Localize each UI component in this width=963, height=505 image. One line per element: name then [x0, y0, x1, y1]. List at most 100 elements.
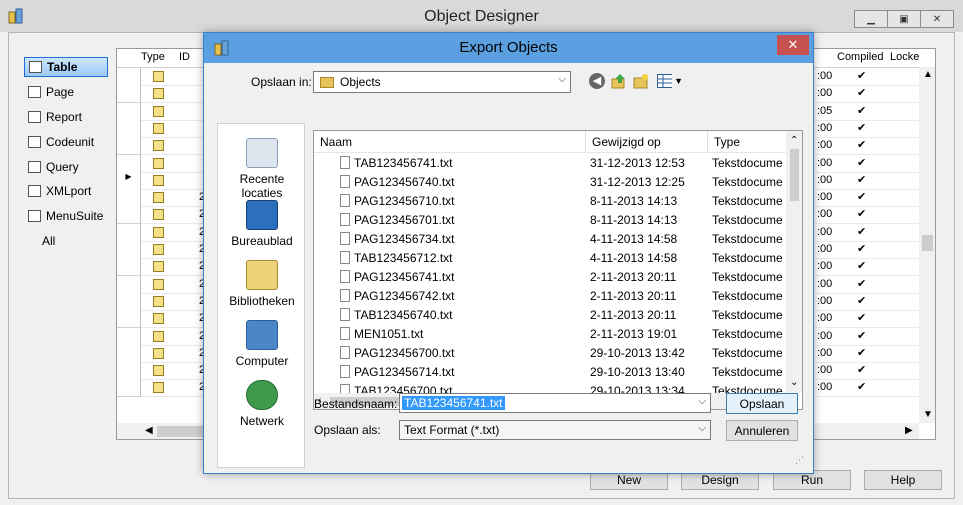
nav-query[interactable]: Query — [24, 157, 108, 177]
scroll-down-icon: ⌄ — [790, 377, 799, 388]
place-label: Computer — [235, 354, 289, 368]
row-selector[interactable] — [117, 275, 141, 294]
file-name: TAB123456712.txt — [354, 251, 453, 265]
row-selector[interactable] — [117, 85, 141, 104]
view-grid-icon — [657, 74, 673, 88]
grid-vertical-scrollbar[interactable]: ▲ ▼ — [919, 67, 935, 423]
nav-menusuite[interactable]: MenuSuite — [24, 206, 108, 226]
back-button[interactable]: ◀ — [589, 73, 605, 89]
nav-all[interactable]: All — [24, 231, 108, 251]
row-selector[interactable] — [117, 379, 141, 398]
main-titlebar: Object Designer ▁ ▣ ✕ — [0, 0, 963, 32]
table-type-icon — [153, 295, 164, 307]
compiled-check-icon: ✔ — [857, 329, 867, 342]
row-selector[interactable] — [117, 206, 141, 225]
column-id[interactable]: ID — [179, 51, 190, 63]
file-type: Tekstdocume — [712, 251, 783, 265]
file-row[interactable]: MEN1051.txt 2-11-2013 19:01 Tekstdocume — [314, 325, 786, 344]
table-type-icon — [153, 347, 164, 359]
cancel-button[interactable]: Annuleren — [726, 420, 798, 441]
file-modified: 2-11-2013 20:11 — [590, 270, 677, 284]
nav-table[interactable]: Table — [24, 57, 108, 77]
file-list-vertical-scrollbar[interactable]: ⌃ ⌄ — [786, 131, 802, 393]
up-folder-button[interactable] — [611, 73, 627, 89]
minimize-button[interactable]: ▁ — [854, 10, 888, 28]
row-time: :00 — [817, 381, 833, 394]
row-selector[interactable] — [117, 137, 141, 156]
file-row[interactable]: TAB123456741.txt 31-12-2013 12:53 Tekstdoc… — [314, 154, 786, 173]
row-selector[interactable] — [117, 154, 141, 173]
column-type[interactable]: Type — [141, 51, 165, 63]
row-selector[interactable] — [117, 344, 141, 363]
row-selector[interactable] — [117, 362, 141, 381]
column-type[interactable]: Type — [708, 131, 786, 153]
new-folder-button[interactable] — [633, 73, 649, 89]
file-row[interactable]: PAG123456741.txt 2-11-2013 20:11 Tekstdocu… — [314, 268, 786, 287]
place-libraries[interactable]: Bibliotheken — [218, 258, 306, 314]
save-button[interactable]: Opslaan — [726, 393, 798, 414]
row-selector[interactable] — [117, 258, 141, 277]
file-row[interactable]: TAB123456712.txt 4-11-2013 14:58 Tekstdocu… — [314, 249, 786, 268]
dialog-close-button[interactable]: ✕ — [777, 35, 809, 55]
row-selector[interactable] — [117, 241, 141, 259]
place-label: Bureaublad — [231, 234, 293, 248]
query-icon — [28, 161, 41, 173]
file-row[interactable]: PAG123456710.txt 8-11-2013 14:13 Tekstdocu… — [314, 192, 786, 211]
row-selector[interactable] — [117, 102, 141, 121]
file-row[interactable]: PAG123456714.txt 29-10-2013 13:40 Tekstdoc… — [314, 363, 786, 382]
close-button[interactable]: ✕ — [920, 10, 954, 28]
file-modified: 2-11-2013 20:11 — [590, 289, 677, 303]
scroll-thumb[interactable] — [922, 235, 933, 251]
view-menu-button[interactable]: ▼ — [657, 73, 683, 89]
file-type: Tekstdocume — [712, 289, 783, 303]
file-type: Tekstdocume — [712, 175, 783, 189]
compiled-check-icon: ✔ — [857, 243, 867, 255]
row-selector[interactable] — [117, 327, 141, 346]
row-selector[interactable] — [117, 292, 141, 311]
file-row[interactable]: PAG123456734.txt 4-11-2013 14:58 Tekstdocu… — [314, 230, 786, 249]
save-as-type-combo[interactable]: Text Format (*.txt) ⌵ — [399, 420, 711, 440]
row-time: :00 — [817, 364, 833, 377]
file-row[interactable]: PAG123456700.txt 29-10-2013 13:42 Tekstdoc… — [314, 344, 786, 363]
file-type: Tekstdocume — [712, 308, 783, 322]
save-in-combo[interactable]: Objects ⌵ — [313, 71, 571, 93]
row-selector[interactable] — [117, 189, 141, 208]
place-network[interactable]: Netwerk — [218, 378, 306, 434]
scroll-thumb[interactable] — [790, 149, 799, 201]
file-row[interactable]: PAG123456740.txt 31-12-2013 12:25 Tekstdoc… — [314, 173, 786, 192]
scroll-up-icon: ▲ — [923, 69, 933, 80]
file-list[interactable]: Naam Gewijzigd op Type TAB123456741.txt 3… — [313, 130, 803, 410]
column-modified[interactable]: Gewijzigd op — [586, 131, 708, 153]
row-selector[interactable]: ▶ — [117, 171, 141, 190]
place-computer[interactable]: Computer — [218, 318, 306, 374]
place-desktop[interactable]: Bureaublad — [218, 198, 306, 254]
scroll-thumb[interactable] — [157, 426, 207, 437]
row-selector[interactable] — [117, 68, 141, 86]
nav-page[interactable]: Page — [24, 82, 108, 102]
help-button[interactable]: Help — [864, 470, 942, 490]
filename-value[interactable]: TAB123456741.txt — [402, 396, 505, 410]
nav-report[interactable]: Report — [24, 107, 108, 127]
resize-grip-icon[interactable]: ⋰ — [795, 455, 804, 466]
row-selector[interactable] — [117, 310, 141, 329]
place-recent[interactable]: Recente locaties — [218, 136, 306, 200]
row-selector[interactable] — [117, 119, 141, 138]
file-row[interactable]: PAG123456742.txt 2-11-2013 20:11 Tekstdocu… — [314, 287, 786, 306]
column-name[interactable]: Naam — [314, 131, 586, 153]
file-row[interactable]: TAB123456740.txt 2-11-2013 20:11 Tekstdocu… — [314, 306, 786, 325]
scroll-down-icon: ▼ — [923, 409, 933, 420]
column-compiled[interactable]: Compiled — [837, 51, 883, 63]
file-modified: 8-11-2013 14:13 — [590, 213, 678, 227]
file-type: Tekstdocume — [712, 156, 783, 170]
filename-combo[interactable]: TAB123456741.txt ⌵ — [399, 393, 711, 413]
network-icon — [246, 380, 278, 410]
row-time: :00 — [817, 329, 833, 342]
maximize-button[interactable]: ▣ — [887, 10, 921, 28]
nav-label: Query — [46, 160, 79, 174]
nav-codeunit[interactable]: Codeunit — [24, 132, 108, 152]
row-selector[interactable] — [117, 223, 141, 242]
nav-xmlport[interactable]: XMLport — [24, 181, 108, 201]
file-row[interactable]: PAG123456701.txt 8-11-2013 14:13 Tekstdocu… — [314, 211, 786, 230]
column-locked[interactable]: Locke — [890, 51, 919, 63]
table-type-icon — [153, 382, 164, 394]
